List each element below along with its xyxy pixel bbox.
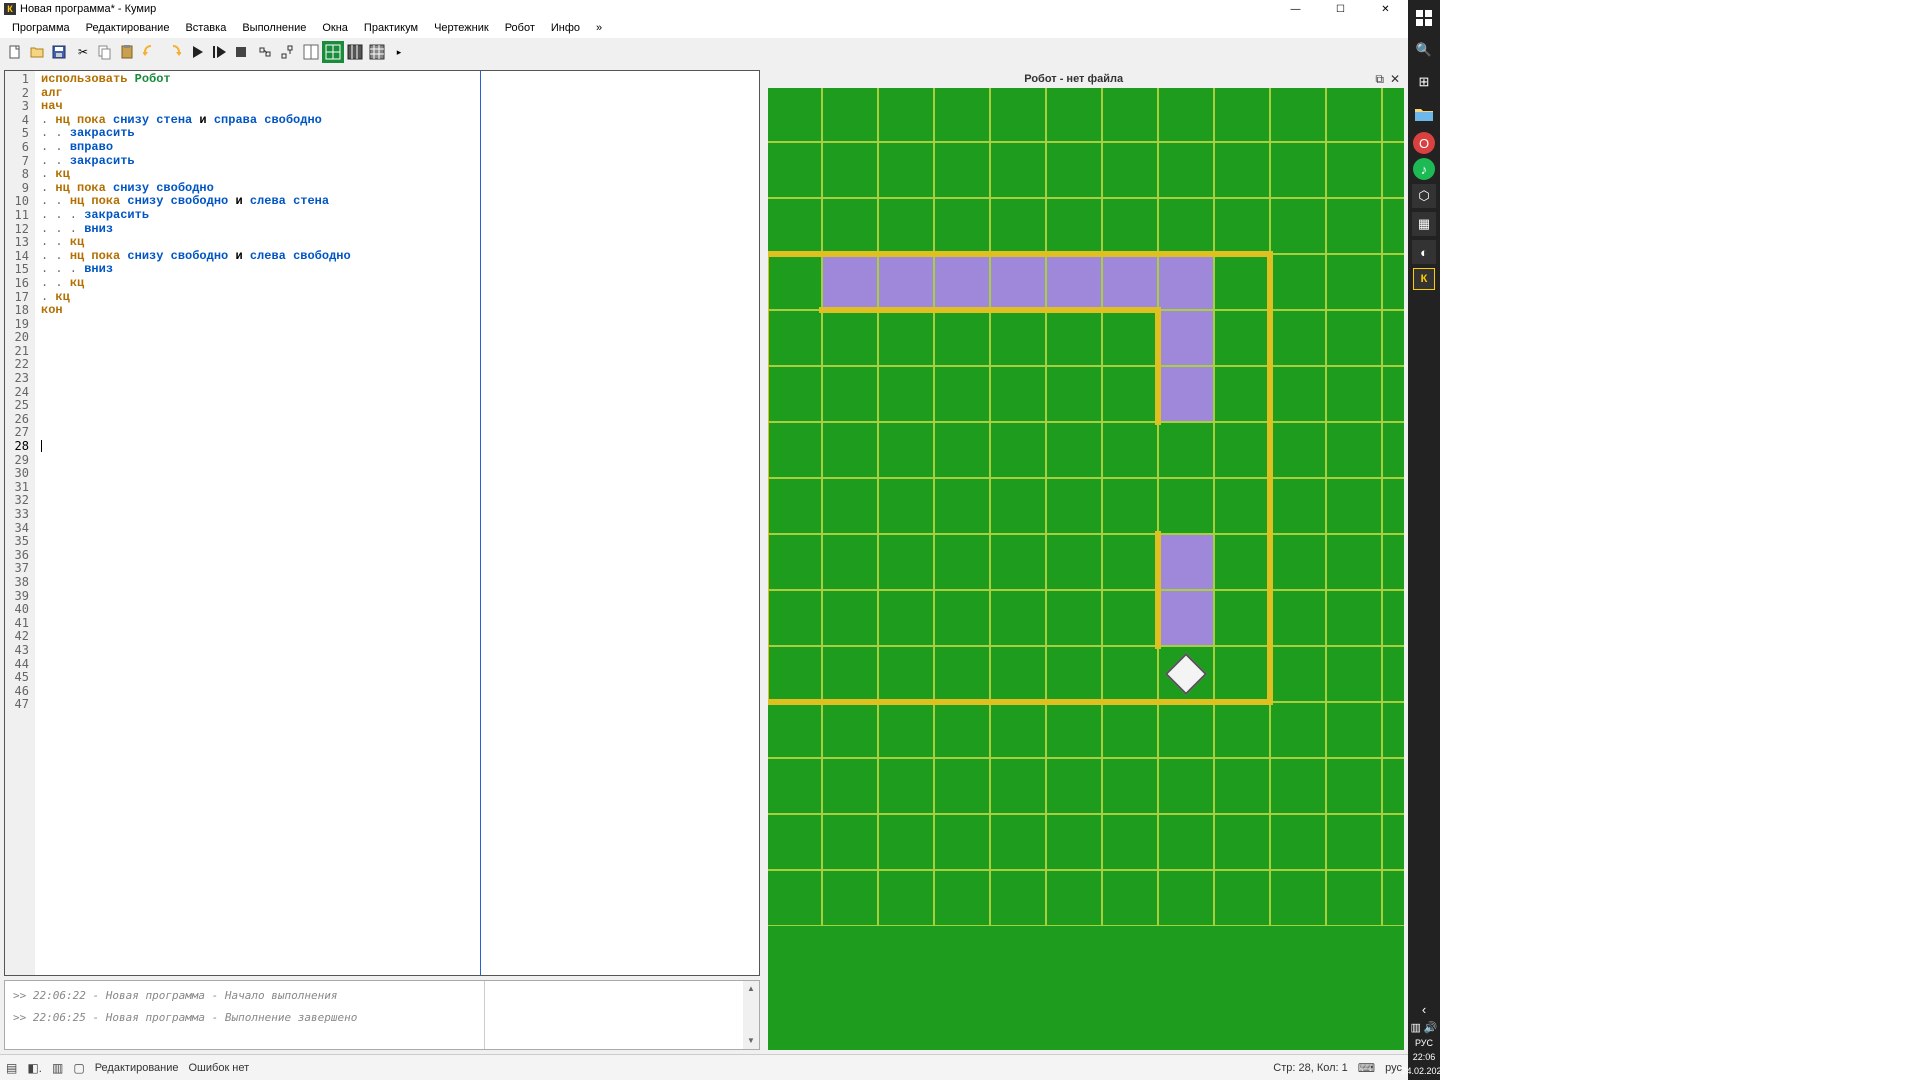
minimize-button[interactable]: — — [1273, 0, 1318, 18]
keyboard-icon: ⌨ — [1358, 1061, 1375, 1075]
opera-icon[interactable]: O — [1413, 132, 1435, 154]
status-lang: рус — [1385, 1062, 1402, 1074]
console-scrollbar[interactable]: ▲ ▼ — [743, 981, 759, 1049]
undo-button[interactable] — [140, 41, 162, 63]
app-icon-1[interactable]: ⬡ — [1412, 184, 1436, 208]
code-editor[interactable]: 1234567891011121314151617181920212223242… — [4, 70, 760, 976]
menu-Инфо[interactable]: Инфо — [543, 20, 588, 36]
tray-lang[interactable]: РУС — [1415, 1038, 1433, 1048]
task-view-icon[interactable]: ⊞ — [1410, 68, 1438, 96]
tray-date[interactable]: 24.02.2021 — [1401, 1066, 1446, 1076]
toolbar: ✂ ▸ — [0, 38, 1408, 66]
console-output[interactable]: >> 22:06:22 - Новая программа - Начало в… — [5, 981, 485, 1049]
explorer-icon[interactable] — [1410, 100, 1438, 128]
menu-Практикум[interactable]: Практикум — [356, 20, 426, 36]
sb-icon-3[interactable]: ▥ — [52, 1061, 63, 1075]
robot-panel-header: Робот - нет файла ⧉ ✕ — [768, 70, 1404, 88]
windows-taskbar: 🔍 ⊞ O ♪ ⬡ ▦ ◐ К ‹ ▥ 🔊 РУС 22:06 24.02.20… — [1408, 0, 1440, 1080]
sb-icon-1[interactable]: ▤ — [6, 1061, 17, 1075]
line-gutter: 1234567891011121314151617181920212223242… — [5, 71, 35, 975]
status-cursor-pos: Стр: 28, Кол: 1 — [1273, 1062, 1348, 1074]
stop-button[interactable] — [230, 41, 252, 63]
tray-icon-1[interactable]: ▥ — [1410, 1021, 1420, 1034]
titlebar: К Новая программа* - Кумир — ☐ ✕ — [0, 0, 1408, 18]
search-icon[interactable]: 🔍 — [1410, 36, 1438, 64]
menu-Редактирование[interactable]: Редактирование — [78, 20, 178, 36]
robot-close-button[interactable]: ✕ — [1390, 72, 1400, 87]
menu-Чертежник[interactable]: Чертежник — [426, 20, 497, 36]
new-file-button[interactable] — [4, 41, 26, 63]
save-button[interactable] — [48, 41, 70, 63]
paste-button[interactable] — [116, 41, 138, 63]
menu-Окна[interactable]: Окна — [314, 20, 356, 36]
layout-1-button[interactable] — [300, 41, 322, 63]
menu-»[interactable]: » — [588, 20, 610, 36]
menu-Выполнение[interactable]: Выполнение — [234, 20, 314, 36]
step-over-button[interactable] — [276, 41, 298, 63]
layout-3-button[interactable] — [344, 41, 366, 63]
open-file-button[interactable] — [26, 41, 48, 63]
toolbar-more-button[interactable]: ▸ — [388, 41, 410, 63]
kumir-taskbar-icon[interactable]: К — [1413, 268, 1435, 290]
app-icon: К — [4, 3, 16, 15]
spotify-icon[interactable]: ♪ — [1413, 158, 1435, 180]
statusbar: ▤ ◧. ▥ ▢ Редактирование Ошибок нет Стр: … — [0, 1054, 1408, 1080]
step-button[interactable] — [208, 41, 230, 63]
status-errors: Ошибок нет — [189, 1062, 250, 1074]
tray-expand-icon[interactable]: ‹ — [1422, 1002, 1426, 1017]
close-button[interactable]: ✕ — [1363, 0, 1408, 18]
app-icon-2[interactable]: ▦ — [1412, 212, 1436, 236]
status-mode: Редактирование — [95, 1062, 179, 1074]
start-button[interactable] — [1410, 4, 1438, 32]
cut-button[interactable]: ✂ — [72, 41, 94, 63]
console: >> 22:06:22 - Новая программа - Начало в… — [4, 980, 760, 1050]
copy-button[interactable] — [94, 41, 116, 63]
step-into-button[interactable] — [254, 41, 276, 63]
redo-button[interactable] — [162, 41, 184, 63]
menu-Вставка[interactable]: Вставка — [177, 20, 234, 36]
tray-time[interactable]: 22:06 — [1413, 1052, 1436, 1062]
menu-Робот[interactable]: Робот — [497, 20, 543, 36]
code-content[interactable]: использовать Роботалгнач. нц пока снизу … — [35, 71, 480, 455]
menubar: ПрограммаРедактированиеВставкаВыполнение… — [0, 18, 1408, 38]
window-title: Новая программа* - Кумир — [20, 3, 156, 15]
robot-panel-title: Робот - нет файла — [772, 73, 1375, 85]
sb-icon-4[interactable]: ▢ — [73, 1061, 84, 1075]
sb-icon-2[interactable]: ◧. — [27, 1061, 42, 1075]
robot-field[interactable] — [768, 88, 1404, 1050]
layout-4-button[interactable] — [366, 41, 388, 63]
robot-dock-button[interactable]: ⧉ — [1375, 72, 1384, 87]
tray-volume-icon[interactable]: 🔊 — [1424, 1021, 1438, 1034]
menu-Программа[interactable]: Программа — [4, 20, 78, 36]
steam-icon[interactable]: ◐ — [1412, 240, 1436, 264]
run-button[interactable] — [186, 41, 208, 63]
layout-2-button[interactable] — [322, 41, 344, 63]
maximize-button[interactable]: ☐ — [1318, 0, 1363, 18]
